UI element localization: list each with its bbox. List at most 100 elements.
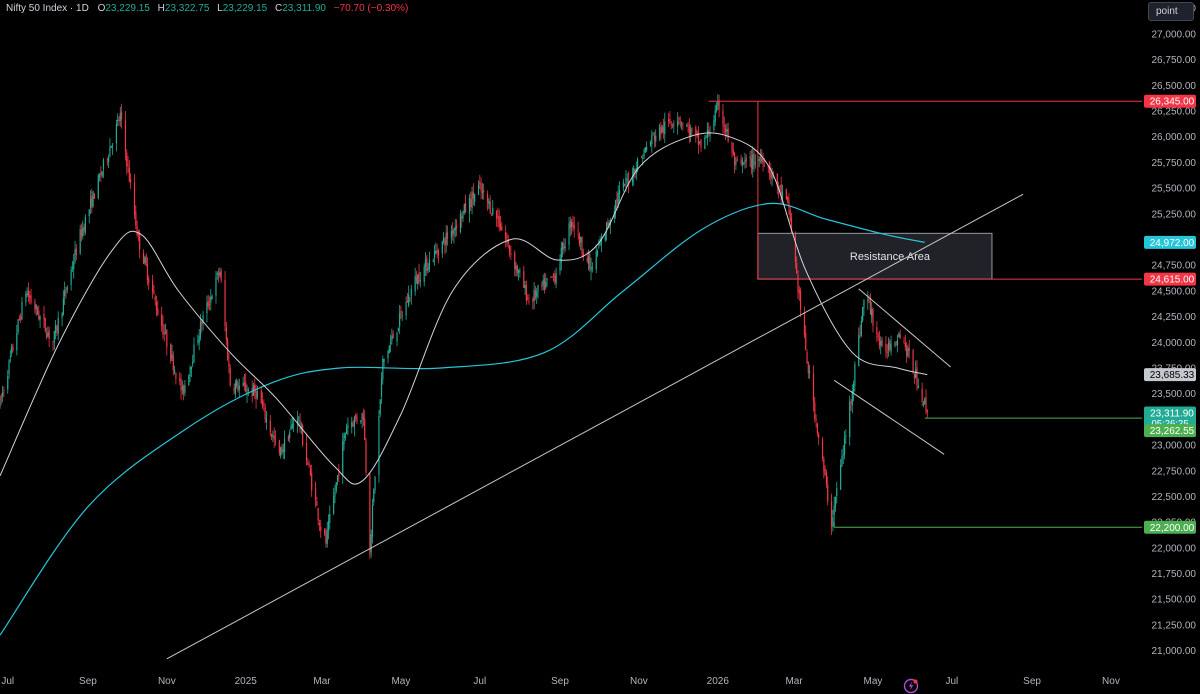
candle-body <box>677 120 679 127</box>
candle-body <box>61 313 63 318</box>
candle-body <box>587 256 590 264</box>
candle-body <box>470 199 472 208</box>
candle-body <box>184 385 186 393</box>
candle-body <box>709 131 711 137</box>
candle-body <box>135 211 137 226</box>
candle-body <box>406 300 408 303</box>
candle-body <box>771 174 773 180</box>
time-tick-label: Jul <box>1 676 14 687</box>
candle-body <box>369 474 371 555</box>
candle-body <box>599 242 601 246</box>
price-tick-label: 26,000.00 <box>1152 132 1197 143</box>
candle-body <box>344 433 346 439</box>
candle-body <box>0 397 1 408</box>
candle-body <box>840 465 842 490</box>
candle-body <box>643 150 645 157</box>
price-label-text: 24,615.00 <box>1150 275 1195 286</box>
candle-body <box>399 313 401 327</box>
candle-body <box>117 119 119 122</box>
price-chart[interactable]: Resistance Area 21,000.00 21,250.00 21,500… <box>0 0 1200 688</box>
candle-body <box>197 340 199 342</box>
candle-body <box>750 158 753 168</box>
candle-body <box>361 412 363 420</box>
candle-body <box>362 415 365 420</box>
candle-body <box>749 156 751 159</box>
candle-body <box>11 347 13 354</box>
candle-body <box>0 396 2 398</box>
candle-body <box>426 257 428 272</box>
candle-body <box>396 332 398 341</box>
candle-body <box>351 422 353 428</box>
candle-body <box>772 171 775 173</box>
candle-body <box>489 201 491 214</box>
candle-body <box>405 302 407 316</box>
candle-body <box>62 298 64 316</box>
candle-body <box>682 122 684 124</box>
candle-body <box>175 372 177 379</box>
candle-body <box>825 473 828 485</box>
time-axis[interactable]: Jul Sep Nov 2025 Mar May Jul Sep Nov 2026 Mar May Ju… <box>1 676 1119 687</box>
price-tick-label: 25,500.00 <box>1152 184 1197 195</box>
candle-body <box>789 209 791 221</box>
candle-body <box>563 243 565 250</box>
candle-body <box>849 402 851 438</box>
candle-body <box>655 135 657 142</box>
high-label: H <box>157 3 165 14</box>
candle-body <box>741 160 743 166</box>
candle-body <box>459 213 462 232</box>
candle-body <box>477 184 480 195</box>
candle-body <box>917 385 919 388</box>
candle-body <box>414 275 416 292</box>
candle-body <box>338 472 340 476</box>
price-tick-label: 23,500.00 <box>1152 389 1197 400</box>
candle-body <box>225 327 227 340</box>
lightning-icon[interactable] <box>903 678 919 694</box>
candle-body <box>124 119 127 152</box>
candle-body <box>199 321 202 338</box>
candle-body <box>280 447 282 457</box>
candle-body <box>274 439 277 441</box>
candle-body <box>559 262 561 272</box>
candle-body <box>73 262 75 270</box>
candle-body <box>171 353 173 359</box>
candle-body <box>827 484 829 502</box>
candle-body <box>155 301 158 311</box>
candle-body <box>876 326 878 335</box>
candle-body <box>515 265 517 271</box>
candle-body <box>479 182 481 185</box>
candle-body <box>580 236 582 243</box>
candle-body <box>483 190 485 192</box>
candle-body <box>832 517 834 527</box>
candle-body <box>807 361 809 374</box>
candle-body <box>270 433 273 437</box>
candle-body <box>490 213 493 215</box>
candle-body <box>307 462 309 465</box>
candle-body <box>128 167 130 182</box>
candle-body <box>192 361 194 365</box>
candle-body <box>743 162 745 164</box>
price-tick-label: 22,750.00 <box>1152 466 1197 477</box>
candle-body <box>305 442 308 461</box>
candlestick-series <box>0 94 928 560</box>
candle-body <box>66 287 68 290</box>
candle-body <box>335 481 337 491</box>
candle-body <box>536 291 538 297</box>
candle-body <box>644 147 646 152</box>
candle-body <box>809 371 811 373</box>
candle-body <box>256 391 258 398</box>
candle-body <box>860 320 862 336</box>
candle-body <box>785 188 787 199</box>
candle-body <box>787 196 789 201</box>
price-unit-button[interactable]: point <box>1148 2 1194 21</box>
candle-body <box>761 158 763 162</box>
candle-body <box>378 416 380 476</box>
candle-body <box>183 385 185 394</box>
candle-body <box>481 191 484 193</box>
price-tick-label: 25,750.00 <box>1152 158 1197 169</box>
candle-body <box>409 297 411 299</box>
candle-body <box>126 152 128 167</box>
candle-body <box>127 164 129 166</box>
candle-body <box>464 203 467 212</box>
candle-body <box>845 435 847 437</box>
candle-body <box>591 267 593 269</box>
